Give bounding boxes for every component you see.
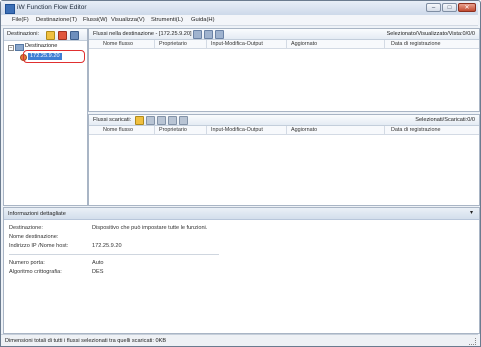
col-input-modifica-output[interactable]: Input-Modifica-Output [211, 40, 263, 48]
column-divider [154, 126, 155, 134]
col-proprietario[interactable]: Proprietario [159, 40, 187, 48]
resize-grip-icon[interactable] [469, 338, 476, 345]
search-icon[interactable] [193, 30, 202, 39]
details-header[interactable]: Informazioni dettagliate ▾ [4, 208, 479, 220]
detail-label: Nome destinazione: [9, 234, 59, 240]
destinations-label: Destinazioni: [7, 31, 40, 37]
column-divider [286, 40, 287, 48]
highlight-marker [23, 50, 85, 63]
col-nome-flusso[interactable]: Nome flusso [103, 126, 133, 134]
destinations-pane: Destinazioni: − Destinazione 172.25.9.20 [3, 28, 88, 206]
status-text: Dimensioni totali di tutti i flussi sele… [5, 338, 167, 344]
detail-value: 172.25.9.20 [92, 243, 122, 249]
destination-settings-icon[interactable] [70, 31, 79, 40]
destination-group-icon [15, 44, 24, 51]
downloaded-flows-header: Nome flusso Proprietario Input-Modifica-… [89, 126, 479, 135]
delete-destination-icon[interactable] [58, 31, 67, 40]
menu-strumenti[interactable]: Strumenti(L) [151, 15, 183, 25]
folder-icon[interactable] [135, 116, 144, 125]
download-icon[interactable] [168, 116, 177, 125]
divider [9, 254, 219, 255]
menu-file[interactable]: File(F) [12, 15, 29, 25]
column-divider [384, 126, 385, 134]
transfer-icon[interactable] [204, 30, 213, 39]
col-data-registrazione[interactable]: Data di registrazione [391, 126, 440, 134]
column-divider [384, 40, 385, 48]
destination-flows-pane: Flussi nella destinazione - [172.25.9.20… [88, 28, 480, 112]
col-aggiornato[interactable]: Aggiornato [291, 40, 317, 48]
close-button[interactable]: ✕ [458, 3, 476, 12]
detail-value: Auto [92, 260, 104, 266]
maximize-icon: □ [447, 5, 452, 11]
destination-flows-toolbar: Flussi nella destinazione - [172.25.9.20… [89, 29, 479, 40]
column-divider [206, 126, 207, 134]
flow-icon[interactable] [215, 30, 224, 39]
column-divider [154, 40, 155, 48]
detail-value: Dispositivo che può impostare tutte le f… [92, 225, 208, 231]
detail-value: DES [92, 269, 104, 275]
title-bar: iW Function Flow Editor – □ ✕ [1, 1, 478, 16]
detail-label: Destinazione: [9, 225, 43, 231]
downloaded-flows-counter: Selezionati/Scaricati:0/0 [415, 117, 475, 123]
minimize-icon: – [431, 5, 436, 11]
downloaded-flows-label: Flussi scaricati: [93, 117, 132, 123]
edit-icon[interactable] [146, 116, 155, 125]
menu-destinazione[interactable]: Destinazione(T) [36, 15, 77, 25]
destinations-toolbar: Destinazioni: [4, 29, 87, 41]
column-divider [286, 126, 287, 134]
details-title: Informazioni dettagliate [8, 211, 66, 217]
collapse-icon[interactable]: ▾ [470, 209, 473, 217]
column-divider [206, 40, 207, 48]
copy-icon[interactable] [157, 116, 166, 125]
status-bar: Dimensioni totali di tutti i flussi sele… [1, 334, 478, 346]
lock-icon[interactable] [179, 116, 188, 125]
col-proprietario[interactable]: Proprietario [159, 126, 187, 134]
downloaded-flows-pane: Flussi scaricati: Selezionati/Scaricati:… [88, 114, 480, 206]
maximize-button[interactable]: □ [442, 3, 457, 12]
col-nome-flusso[interactable]: Nome flusso [103, 40, 133, 48]
details-panel: Informazioni dettagliate ▾ Destinazione:… [3, 207, 480, 334]
tree-item-destination[interactable]: 172.25.9.20 [17, 50, 87, 63]
destination-flows-header: Nome flusso Proprietario Input-Modifica-… [89, 40, 479, 49]
menu-visualizza[interactable]: Visualizza(V) [111, 15, 145, 25]
detail-label: Numero porta: [9, 260, 45, 266]
col-input-modifica-output[interactable]: Input-Modifica-Output [211, 126, 263, 134]
window-title: iW Function Flow Editor [17, 4, 87, 11]
menu-guida[interactable]: Guida(H) [191, 15, 215, 25]
tree-root-label[interactable]: Destinazione [25, 43, 57, 49]
app-icon [5, 4, 15, 14]
minimize-button[interactable]: – [426, 3, 441, 12]
new-destination-icon[interactable] [46, 31, 55, 40]
destination-flows-counter: Selezionato/Visualizzato/Vista:0/0/0 [386, 31, 475, 37]
col-data-registrazione[interactable]: Data di registrazione [391, 40, 440, 48]
menu-flussi[interactable]: Flussi(W) [83, 15, 107, 25]
menu-bar: File(F) Destinazione(T) Flussi(W) Visual… [1, 15, 478, 26]
close-icon: ✕ [464, 5, 470, 11]
destination-flows-label: Flussi nella destinazione - [172.25.9.20… [93, 31, 195, 37]
detail-label: Indirizzo IP /Nome host: [9, 243, 69, 249]
detail-label: Algoritmo crittografia: [9, 269, 62, 275]
col-aggiornato[interactable]: Aggiornato [291, 126, 317, 134]
tree-collapse-icon[interactable]: − [8, 45, 14, 51]
downloaded-flows-toolbar: Flussi scaricati: Selezionati/Scaricati:… [89, 115, 479, 126]
